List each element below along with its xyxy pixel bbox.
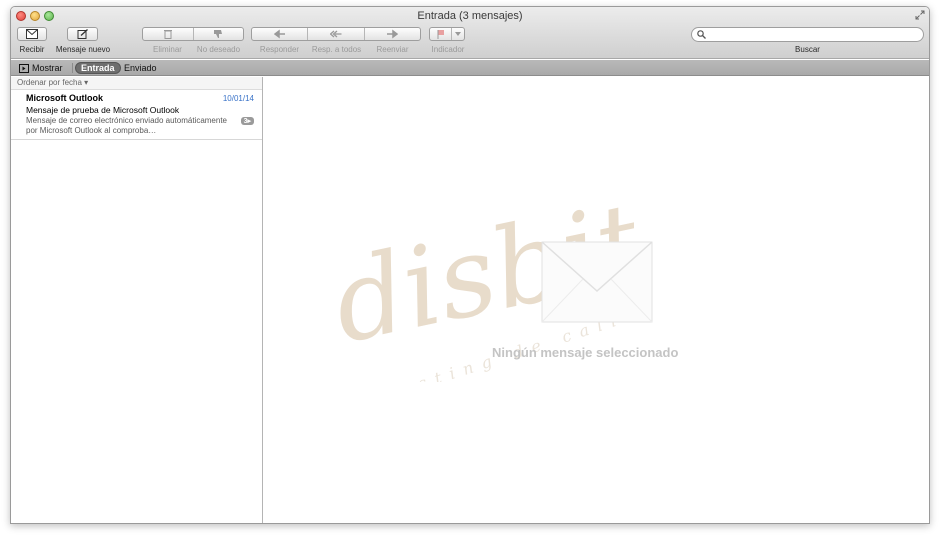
message-sender: Microsoft Outlook [26,93,103,103]
reply-icon [273,29,285,39]
message-date: 10/01/14 [222,94,254,103]
message-subject: Mensaje de prueba de Microsoft Outlook [26,105,180,115]
search-field[interactable] [691,27,924,42]
show-label: Mostrar [32,63,63,73]
new-message-button[interactable] [67,27,98,41]
window-title: Entrada (3 mensajes) [417,10,523,22]
receive-button[interactable] [17,27,47,41]
search-label: Buscar [795,45,820,54]
search-input[interactable] [710,29,915,40]
reply-button[interactable] [252,28,309,40]
forward-button[interactable] [365,28,420,40]
envelope-icon [541,241,653,323]
delete-label: Eliminar [153,45,182,54]
receive-label: Recibir [19,45,45,54]
envelope-icon [26,29,38,39]
no-message-selected-text: Ningún mensaje seleccionado [492,345,679,360]
new-message-label: Mensaje nuevo [55,45,111,54]
favorites-bar: Mostrar Entrada Enviado [11,60,929,76]
sidebar-toggle-icon [19,63,29,73]
show-mailboxes-button[interactable]: Mostrar [19,62,63,74]
toolbar: Entrada (3 mensajes) Recibir Mensaje nue… [11,7,929,59]
delete-junk-group [142,27,244,41]
thread-count-badge[interactable]: 3▸ [240,117,254,125]
sort-label: Ordenar por fecha [17,78,82,87]
thumbs-down-icon [214,30,223,38]
delete-button[interactable] [143,28,194,40]
message-list: Ordenar por fecha ▾ Microsoft Outlook 10… [11,77,263,523]
arrow-right-icon: ▸ [247,118,251,125]
junk-button[interactable] [194,28,244,40]
reply-all-button[interactable] [308,28,365,40]
sort-menu[interactable]: Ordenar por fecha ▾ [11,77,262,90]
mailbox-sent[interactable]: Enviado [124,62,157,74]
reply-all-label: Resp. a todos [311,45,362,54]
favorites-divider [72,63,73,73]
mailbox-inbox[interactable]: Entrada [75,62,121,74]
message-preview: Mensaje de correo electrónico enviado au… [26,116,228,135]
reading-pane: disbit Hosting de calidad Ningún mensaje… [264,77,929,523]
flag-icon [437,30,444,39]
compose-icon [77,29,88,39]
mail-window: Entrada (3 mensajes) Recibir Mensaje nue… [10,6,930,524]
search-icon [697,30,706,39]
junk-label: No deseado [196,45,241,54]
forward-icon [387,29,399,39]
chevron-down-icon: ▾ [84,78,89,87]
reply-label: Responder [259,45,300,54]
reply-group [251,27,421,41]
reply-all-icon [329,30,342,38]
fullscreen-icon[interactable] [915,10,925,20]
trash-icon [163,30,172,39]
forward-label: Reenviar [376,45,409,54]
chevron-down-icon [455,32,461,36]
message-row[interactable]: Microsoft Outlook 10/01/14 Mensaje de pr… [11,90,262,140]
flag-label: Indicador [431,45,465,54]
flag-button[interactable] [429,27,465,41]
